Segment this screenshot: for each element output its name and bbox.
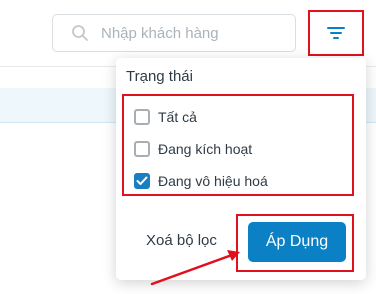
option-label: Đang kích hoạt xyxy=(158,141,253,157)
status-options-highlight: Tất cả Đang kích hoạt Đang vô hiệu hoá xyxy=(122,94,354,196)
checkbox-checked[interactable] xyxy=(134,173,150,189)
status-option-disabled[interactable]: Đang vô hiệu hoá xyxy=(134,170,268,192)
apply-button[interactable]: Áp Dụng xyxy=(248,222,346,262)
option-label: Tất cả xyxy=(158,109,197,125)
option-label: Đang vô hiệu hoá xyxy=(158,173,268,189)
status-option-all[interactable]: Tất cả xyxy=(134,106,197,128)
checkbox[interactable] xyxy=(134,109,150,125)
status-option-active[interactable]: Đang kích hoạt xyxy=(134,138,252,160)
filter-icon xyxy=(327,27,345,39)
page: Trạng thái Tất cả Đang kích hoạt Đang vô… xyxy=(0,0,376,294)
pointer-arrow-icon xyxy=(150,250,240,286)
check-icon xyxy=(136,176,148,185)
search-input[interactable] xyxy=(101,24,281,42)
search-icon xyxy=(72,25,88,41)
search-box[interactable] xyxy=(52,14,296,52)
filter-button[interactable] xyxy=(308,10,364,56)
checkbox[interactable] xyxy=(134,141,150,157)
panel-title: Trạng thái xyxy=(126,68,193,85)
